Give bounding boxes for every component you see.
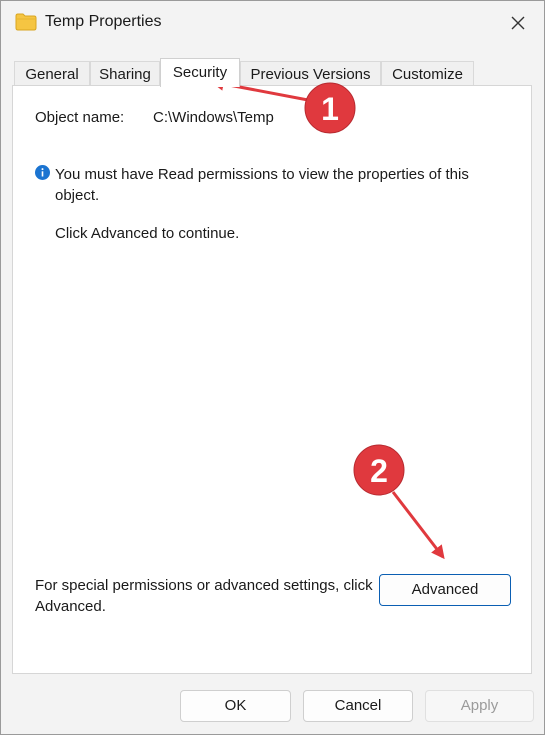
apply-button[interactable]: Apply xyxy=(425,690,534,722)
object-name-label: Object name: xyxy=(35,109,125,126)
permission-info-text: You must have Read permissions to view t… xyxy=(55,166,469,204)
special-permissions-text: For special permissions or advanced sett… xyxy=(35,577,373,615)
close-button[interactable] xyxy=(498,9,538,37)
folder-icon xyxy=(15,13,37,31)
cancel-button[interactable]: Cancel xyxy=(303,690,413,722)
tab-sharing[interactable]: Sharing xyxy=(90,61,160,86)
continue-text: Click Advanced to continue. xyxy=(55,225,240,242)
tab-general[interactable]: General xyxy=(14,61,90,86)
security-tab-panel: Object name: C:\Windows\Temp You must ha… xyxy=(12,85,532,674)
title-bar: Temp Properties xyxy=(1,1,544,45)
tab-strip: General Sharing Security Previous Versio… xyxy=(14,58,534,87)
info-icon xyxy=(35,165,50,180)
tab-customize[interactable]: Customize xyxy=(381,61,474,86)
advanced-button[interactable]: Advanced xyxy=(379,574,511,606)
close-icon xyxy=(511,16,525,30)
window-title: Temp Properties xyxy=(45,13,162,30)
tab-previous-versions[interactable]: Previous Versions xyxy=(240,61,381,86)
properties-window: Temp Properties General Sharing Security… xyxy=(0,0,545,735)
ok-button[interactable]: OK xyxy=(180,690,291,722)
tab-security[interactable]: Security xyxy=(160,58,240,87)
object-name-value: C:\Windows\Temp xyxy=(153,109,274,126)
